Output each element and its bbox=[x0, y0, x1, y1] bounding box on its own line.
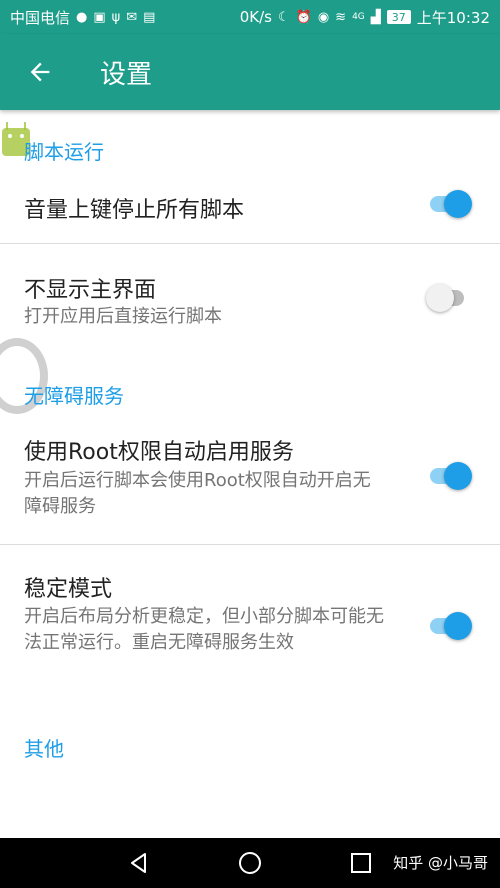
pref-hide-main-title: 不显示主界面 bbox=[24, 278, 157, 303]
toggle-thumb bbox=[426, 284, 454, 312]
volume-stop-toggle[interactable] bbox=[426, 188, 472, 220]
pref-root-enable-title: 使用Root权限自动启用服务 bbox=[24, 440, 294, 465]
status-bar-left: 中国电信 ● ▣ ψ ✉ ▤ bbox=[10, 7, 155, 28]
pref-hide-main-summary: 打开应用后直接运行脚本 bbox=[24, 306, 222, 327]
hide-main-toggle[interactable] bbox=[426, 282, 472, 314]
section-header-accessibility: 无障碍服务 bbox=[24, 384, 124, 408]
status-bar: 中国电信 ● ▣ ψ ✉ ▤ 0K/s ☾ ⏰ ◉ ≋ 4G ▟ 37 上午10… bbox=[0, 0, 500, 34]
divider bbox=[0, 243, 500, 244]
wifi-icon: ≋ bbox=[335, 9, 347, 25]
nav-home-button[interactable] bbox=[233, 846, 267, 880]
wechat-icon: ✉ bbox=[126, 9, 138, 25]
app-bar: 设置 bbox=[0, 34, 500, 110]
moon-icon: ☾ bbox=[277, 9, 290, 25]
app-notification-icon: ● bbox=[76, 9, 88, 25]
carrier-label: 中国电信 bbox=[10, 8, 71, 27]
battery-icon: 37 bbox=[386, 10, 411, 24]
eye-icon: ◉ bbox=[317, 9, 330, 25]
home-circle-icon bbox=[239, 852, 261, 874]
status-bar-right: 0K/s ☾ ⏰ ◉ ≋ 4G ▟ 37 上午10:32 bbox=[240, 7, 490, 28]
pref-stable-mode-title: 稳定模式 bbox=[24, 577, 113, 602]
signal-icon: ▟ bbox=[370, 9, 381, 25]
toggle-thumb bbox=[444, 462, 472, 490]
page-title: 设置 bbox=[100, 59, 153, 90]
clock: 上午10:32 bbox=[416, 8, 490, 27]
stable-mode-toggle[interactable] bbox=[426, 610, 472, 642]
usb-icon: ψ bbox=[111, 9, 121, 25]
pref-root-enable-summary: 开启后运行脚本会使用Root权限自动开启无障碍服务 bbox=[24, 470, 371, 517]
divider bbox=[0, 544, 500, 545]
section-header-other: 其他 bbox=[24, 737, 64, 761]
alarm-icon: ⏰ bbox=[295, 9, 312, 25]
toggle-thumb bbox=[444, 612, 472, 640]
recents-square-icon bbox=[351, 853, 371, 873]
notification-box-icon: ▣ bbox=[93, 9, 106, 25]
back-button[interactable] bbox=[0, 34, 80, 110]
root-enable-toggle[interactable] bbox=[426, 460, 472, 492]
signal-type: 4G bbox=[352, 11, 365, 22]
watermark: 知乎 @小马哥 bbox=[393, 854, 488, 872]
arrow-left-icon bbox=[30, 62, 50, 82]
toggle-thumb bbox=[444, 190, 472, 218]
pref-volume-stop-title: 音量上键停止所有脚本 bbox=[24, 198, 245, 223]
nav-bar: 知乎 @小马哥 bbox=[0, 838, 500, 888]
section-header-script-run: 脚本运行 bbox=[24, 140, 104, 164]
network-speed: 0K/s bbox=[239, 8, 272, 26]
pref-stable-mode-summary: 开启后布局分析更稳定，但小部分脚本可能无法正常运行。重启无障碍服务生效 bbox=[24, 606, 384, 653]
back-triangle-icon bbox=[131, 853, 146, 873]
nav-recents-button[interactable] bbox=[344, 846, 378, 880]
sim-icon: ▤ bbox=[143, 9, 156, 25]
nav-back-button[interactable] bbox=[122, 846, 156, 880]
